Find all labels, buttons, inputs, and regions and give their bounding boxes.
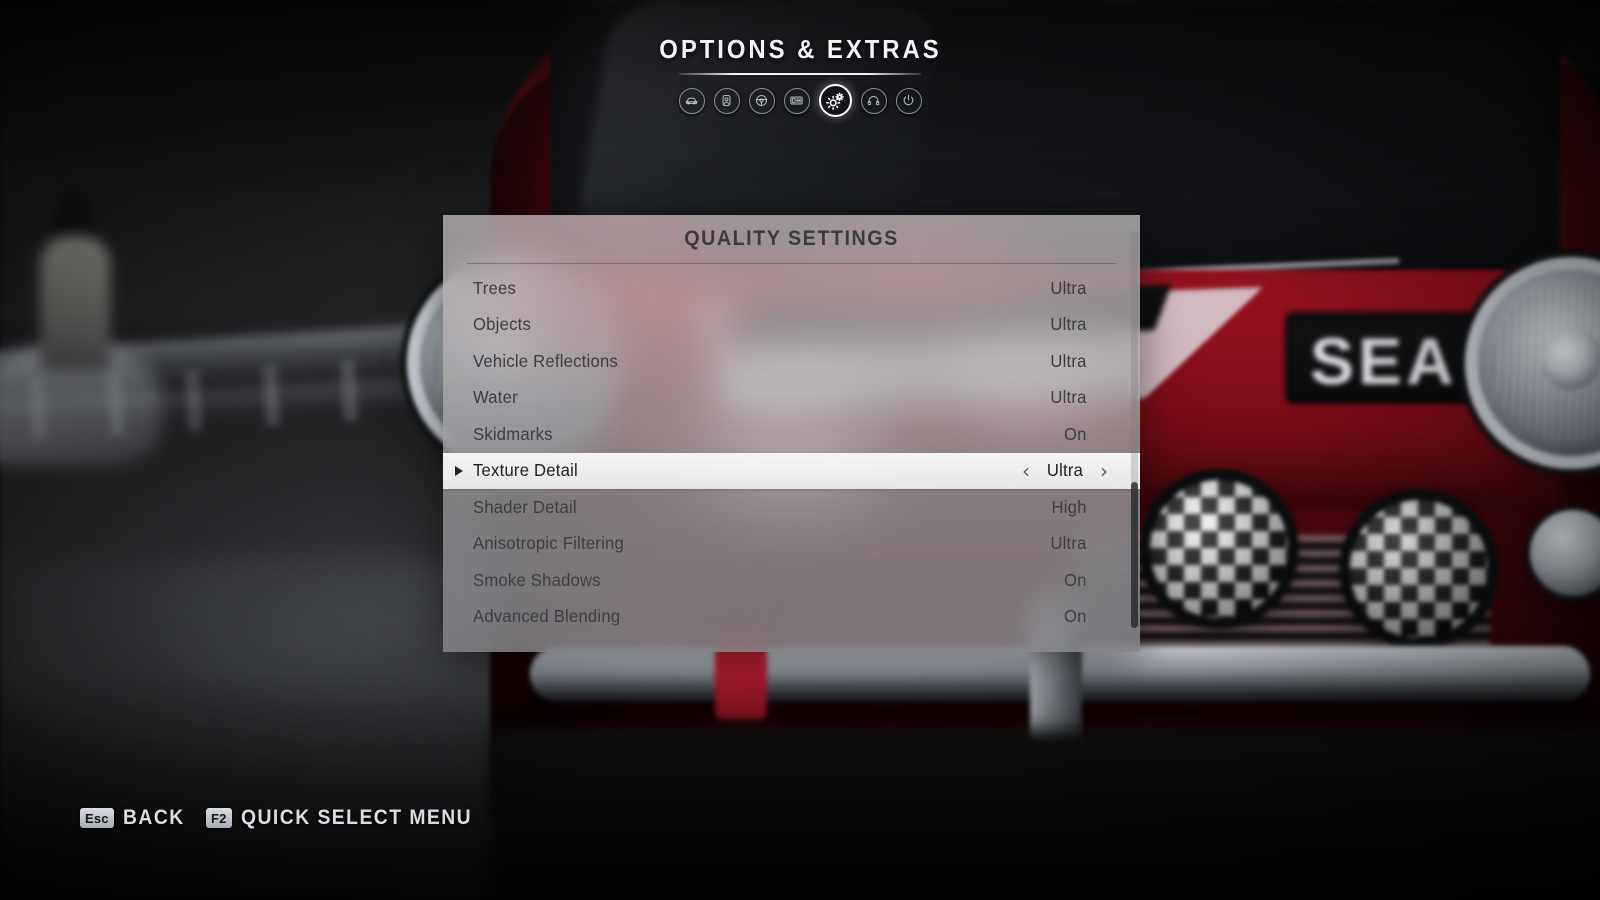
car-setup-icon[interactable]: [678, 87, 705, 114]
setting-value: On: [1063, 569, 1087, 590]
game-options-screen: SEA OPTIONS & EXTRAS QUALITY SETTINGS Tr…: [0, 0, 1600, 900]
options-header: OPTIONS & EXTRAS: [0, 34, 1600, 117]
setting-value: Ultra: [1050, 314, 1087, 335]
hint-label: BACK: [122, 806, 185, 829]
selection-caret-icon: [455, 465, 463, 476]
setting-label: Texture Detail: [473, 460, 578, 481]
setting-value: Ultra: [1050, 387, 1087, 408]
footer-hint[interactable]: F2 QUICK SELECT MENU: [205, 806, 492, 830]
setting-value: On: [1063, 423, 1087, 444]
setting-value-control[interactable]: ‹Ultra›: [1012, 278, 1110, 299]
setting-value: On: [1063, 606, 1087, 627]
setting-label: Advanced Blending: [473, 606, 621, 627]
chevron-left-icon[interactable]: ‹: [1020, 461, 1032, 481]
setting-value-control[interactable]: ‹ Ultra ›: [1020, 460, 1110, 481]
setting-row[interactable]: Vehicle Reflections ‹Ultra›: [443, 343, 1140, 380]
chevron-right-icon[interactable]: ›: [1098, 461, 1110, 481]
windshield-frame: [548, 0, 1562, 4]
panel-title: QUALITY SETTINGS: [684, 227, 899, 250]
setting-value-control[interactable]: ‹Ultra›: [1012, 351, 1110, 372]
quality-settings-panel: QUALITY SETTINGS Trees‹Ultra›Objects‹Ult…: [443, 215, 1140, 652]
setting-label: Smoke Shadows: [473, 569, 601, 590]
setting-label: Objects: [473, 314, 532, 335]
number-plate-text: SEA: [1310, 324, 1458, 398]
setting-row[interactable]: Advanced Blending ‹On›: [443, 599, 1140, 636]
setting-value: Ultra: [1050, 350, 1087, 371]
setting-row[interactable]: Skidmarks ‹On›: [443, 416, 1140, 453]
settings-list: Trees‹Ultra›Objects‹Ultra›Vehicle Reflec…: [443, 270, 1140, 635]
footer-hint[interactable]: Esc BACK: [80, 806, 190, 830]
power-exit-icon[interactable]: [895, 87, 922, 114]
driver-profile-icon[interactable]: [713, 87, 740, 114]
setting-row[interactable]: Anisotropic Filtering ‹Ultra›: [443, 526, 1140, 563]
footer-hints: Esc BACK F2 QUICK SELECT MENU: [80, 806, 492, 830]
panel-scrollbar[interactable]: [1131, 231, 1138, 636]
setting-label: Anisotropic Filtering: [473, 533, 624, 554]
steering-wheel-icon[interactable]: [748, 87, 775, 114]
setting-value-control[interactable]: ‹High›: [1012, 497, 1110, 518]
category-nav[interactable]: [678, 84, 922, 117]
setting-label: Vehicle Reflections: [473, 350, 618, 371]
setting-value-control[interactable]: ‹Ultra›: [1012, 387, 1110, 408]
setting-value-control[interactable]: ‹On›: [1012, 606, 1110, 627]
checkered-lamp-cover-1: [1150, 480, 1288, 618]
car-underbody: [490, 730, 1600, 900]
setting-row[interactable]: Texture Detail ‹ Ultra ›: [443, 452, 1140, 489]
checkered-lamp-cover-2: [1350, 500, 1488, 638]
setting-row[interactable]: Shader Detail ‹High›: [443, 489, 1140, 526]
setting-label: Water: [473, 387, 518, 408]
key-badge: F2: [205, 808, 232, 828]
headlight-bulb-right: [1540, 328, 1600, 391]
audio-speaker-icon[interactable]: [860, 87, 887, 114]
setting-value-control[interactable]: ‹On›: [1012, 424, 1110, 445]
scrollbar-thumb[interactable]: [1131, 482, 1138, 628]
display-hud-icon[interactable]: [783, 87, 810, 114]
setting-value: Ultra: [1050, 277, 1087, 298]
setting-value: Ultra: [1046, 460, 1084, 481]
setting-value-control[interactable]: ‹On›: [1012, 570, 1110, 591]
setting-value: High: [1051, 496, 1087, 517]
setting-value-control[interactable]: ‹Ultra›: [1012, 314, 1110, 335]
gears-settings-icon[interactable]: [818, 84, 852, 117]
spectator-figure-body: [40, 236, 110, 371]
page-title: OPTIONS & EXTRAS: [658, 34, 942, 64]
panel-divider: [467, 263, 1116, 264]
setting-row[interactable]: Water ‹Ultra›: [443, 380, 1140, 417]
red-tow-hook: [715, 640, 767, 720]
setting-label: Trees: [473, 277, 517, 298]
setting-label: Skidmarks: [473, 423, 553, 444]
setting-row[interactable]: Smoke Shadows ‹On›: [443, 562, 1140, 599]
setting-row[interactable]: Objects ‹Ultra›: [443, 307, 1140, 344]
setting-value: Ultra: [1050, 533, 1087, 554]
setting-row[interactable]: Trees ‹Ultra›: [443, 270, 1140, 307]
key-badge: Esc: [80, 808, 114, 828]
setting-value-control[interactable]: ‹Ultra›: [1012, 533, 1110, 554]
setting-label: Shader Detail: [473, 496, 577, 517]
hint-label: QUICK SELECT MENU: [240, 806, 472, 829]
header-underline: [679, 73, 921, 75]
